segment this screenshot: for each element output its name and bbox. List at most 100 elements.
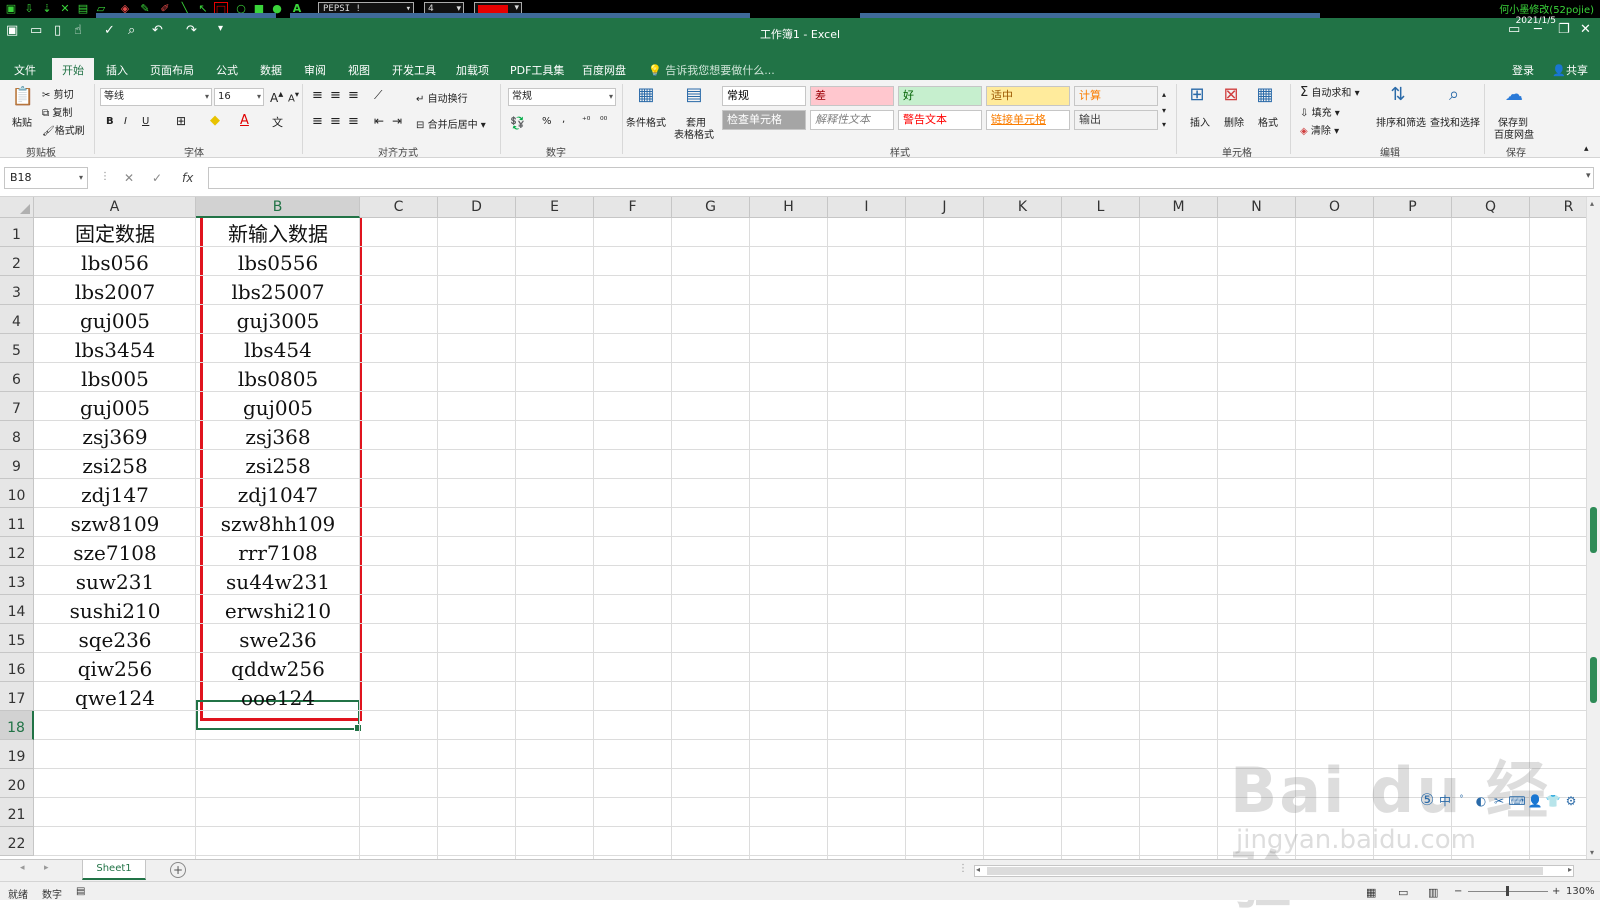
zoom-out-icon[interactable]: − xyxy=(1454,886,1462,897)
normal-view-icon[interactable]: ▦ xyxy=(1366,886,1376,899)
name-box[interactable]: B18 ▾ xyxy=(4,167,88,189)
macro-record-icon[interactable]: ▤ xyxy=(76,886,85,897)
cell-b5[interactable]: lbs454 xyxy=(196,334,360,363)
cell-a12[interactable]: sze7108 xyxy=(34,537,196,566)
row-header-16[interactable]: 16 xyxy=(0,653,34,682)
shrink-font-icon[interactable]: A▾ xyxy=(288,89,299,104)
column-header-e[interactable]: E xyxy=(516,197,594,218)
paste-button[interactable]: 粘贴 xyxy=(12,114,32,129)
column-header-j[interactable]: J xyxy=(906,197,984,218)
tool-icon[interactable]: ▣ xyxy=(4,2,18,16)
conditional-format-button[interactable]: 条件格式 xyxy=(626,114,666,129)
tab-file[interactable]: 文件 xyxy=(14,62,36,78)
row-header-6[interactable]: 6 xyxy=(0,363,34,392)
format-painter-button[interactable]: 🖌格式刷 xyxy=(42,122,85,137)
ime-logo-icon[interactable]: ⑤ xyxy=(1418,790,1436,809)
gallery-more-icon[interactable]: ▾ xyxy=(1162,120,1166,129)
column-header-d[interactable]: D xyxy=(438,197,516,218)
row-header-10[interactable]: 10 xyxy=(0,479,34,508)
row-header-11[interactable]: 11 xyxy=(0,508,34,537)
cell-b4[interactable]: guj3005 xyxy=(196,305,360,334)
cell-style-9[interactable]: 输出 xyxy=(1074,110,1158,130)
zoom-slider-thumb[interactable] xyxy=(1506,886,1509,896)
scroll-thumb[interactable] xyxy=(1590,507,1597,553)
increase-decimal-icon[interactable]: ⁺⁰ xyxy=(582,116,590,126)
insert-cells-button[interactable]: 插入 xyxy=(1190,114,1210,129)
column-header-o[interactable]: O xyxy=(1296,197,1374,218)
gallery-down-icon[interactable]: ▾ xyxy=(1162,106,1166,115)
cell-style-8[interactable]: 链接单元格 xyxy=(986,110,1070,130)
tab-formulas[interactable]: 公式 xyxy=(216,62,238,78)
fill-color-icon[interactable]: ◆ xyxy=(210,113,220,128)
share-button[interactable]: 👤共享 xyxy=(1552,62,1588,78)
merge-center-button[interactable]: ⊟ 合并后居中 ▾ xyxy=(416,116,486,131)
cell-a11[interactable]: szw8109 xyxy=(34,508,196,537)
formula-input[interactable] xyxy=(208,167,1594,189)
column-header-q[interactable]: Q xyxy=(1452,197,1530,218)
cell-style-3[interactable]: 适中 xyxy=(986,86,1070,106)
page-break-view-icon[interactable]: ▥ xyxy=(1428,886,1438,899)
tell-me-search[interactable]: 💡 告诉我您想要做什么... xyxy=(648,62,775,78)
cell-b1[interactable]: 新输入数据 xyxy=(196,218,360,247)
sheet-tab-sheet1[interactable]: Sheet1 xyxy=(82,860,146,880)
cell-a10[interactable]: zdj147 xyxy=(34,479,196,508)
row-header-12[interactable]: 12 xyxy=(0,537,34,566)
sort-filter-button[interactable]: 排序和筛选 xyxy=(1376,114,1426,129)
tool-icon[interactable]: ⇣ xyxy=(40,2,54,16)
row-header-14[interactable]: 14 xyxy=(0,595,34,624)
cell-a4[interactable]: guj005 xyxy=(34,305,196,334)
currency-icon[interactable]: 💱 xyxy=(510,116,525,130)
restore-icon[interactable]: ❐ xyxy=(1558,22,1570,37)
ime-user-icon[interactable]: 👤 xyxy=(1526,794,1544,808)
column-header-n[interactable]: N xyxy=(1218,197,1296,218)
cell-a3[interactable]: lbs2007 xyxy=(34,276,196,305)
format-cells-button[interactable]: 格式 xyxy=(1258,114,1278,129)
enter-icon[interactable]: ✓ xyxy=(152,171,162,185)
border-icon[interactable]: ⊞ xyxy=(176,114,186,128)
tab-developer[interactable]: 开发工具 xyxy=(392,62,436,78)
cell-a15[interactable]: sqe236 xyxy=(34,624,196,653)
cell-b16[interactable]: qddw256 xyxy=(196,653,360,682)
close-icon[interactable]: ✕ xyxy=(58,2,72,16)
column-header-c[interactable]: C xyxy=(360,197,438,218)
cell-a1[interactable]: 固定数据 xyxy=(34,218,196,247)
align-middle-icon[interactable]: ≡ xyxy=(330,88,341,103)
tab-data[interactable]: 数据 xyxy=(260,62,282,78)
insert-cells-icon[interactable]: ⊞ xyxy=(1184,84,1210,105)
cell-a2[interactable]: lbs056 xyxy=(34,247,196,276)
cell-a9[interactable]: zsi258 xyxy=(34,450,196,479)
cell-b12[interactable]: rrr7108 xyxy=(196,537,360,566)
font-size-select[interactable]: 16 ▾ xyxy=(214,88,264,106)
align-center-icon[interactable]: ≡ xyxy=(330,114,341,129)
format-table-icon[interactable]: ▤ xyxy=(680,84,708,105)
column-header-h[interactable]: H xyxy=(750,197,828,218)
column-header-m[interactable]: M xyxy=(1140,197,1218,218)
ime-keyboard-icon[interactable]: ⌨ xyxy=(1508,794,1526,808)
row-header-15[interactable]: 15 xyxy=(0,624,34,653)
ime-voice-icon[interactable]: ◐ xyxy=(1472,794,1490,808)
scroll-up-icon[interactable]: ▴ xyxy=(1590,199,1594,208)
cell-b17[interactable]: ooe124 xyxy=(196,682,360,711)
scroll-right-icon[interactable]: ▸ xyxy=(1568,865,1572,874)
font-color-icon[interactable]: A xyxy=(240,113,249,128)
row-header-8[interactable]: 8 xyxy=(0,421,34,450)
cell-a17[interactable]: qwe124 xyxy=(34,682,196,711)
cell-style-2[interactable]: 好 xyxy=(898,86,982,106)
underline-button[interactable]: U xyxy=(142,116,149,127)
row-header-13[interactable]: 13 xyxy=(0,566,34,595)
sort-filter-icon[interactable]: ⇅ xyxy=(1384,84,1412,105)
row-header-21[interactable]: 21 xyxy=(0,798,34,827)
row-header-9[interactable]: 9 xyxy=(0,450,34,479)
scroll-left-icon[interactable]: ◂ xyxy=(976,865,980,874)
align-bottom-icon[interactable]: ≡ xyxy=(348,88,359,103)
align-top-icon[interactable]: ≡ xyxy=(312,88,323,103)
row-header-18[interactable]: 18 xyxy=(0,711,34,740)
tab-baidu-netdisk[interactable]: 百度网盘 xyxy=(582,62,626,78)
column-header-i[interactable]: I xyxy=(828,197,906,218)
expand-formula-icon[interactable]: ▾ xyxy=(1586,171,1591,181)
cell-style-6[interactable]: 解释性文本 xyxy=(810,110,894,130)
paste-icon[interactable]: 📋 xyxy=(8,86,38,107)
cell-a6[interactable]: lbs005 xyxy=(34,363,196,392)
ribbon-display-icon[interactable]: ▭ xyxy=(1508,22,1520,37)
cancel-icon[interactable]: ✕ xyxy=(124,171,134,185)
